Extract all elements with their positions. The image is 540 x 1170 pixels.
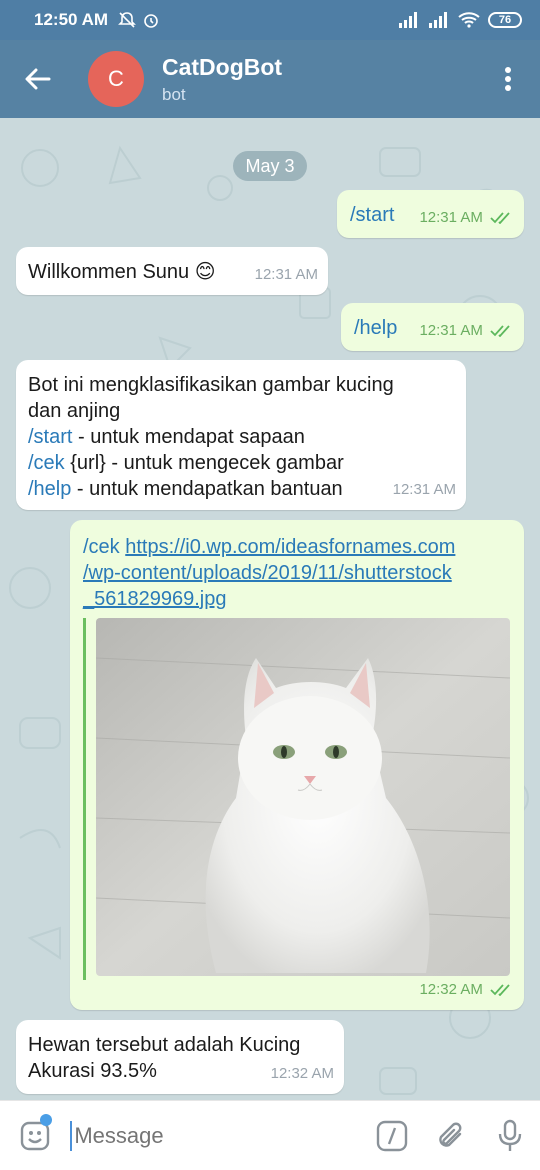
back-button[interactable] <box>0 40 76 118</box>
chat-title: CatDogBot <box>162 53 283 80</box>
more-menu-button[interactable] <box>476 40 540 118</box>
chat-header: C CatDogBot bot <box>0 40 540 118</box>
emoji-button[interactable] <box>0 1113 70 1152</box>
signal-icon <box>429 12 447 28</box>
message-time: 12:31 AM <box>254 266 318 283</box>
chat-area[interactable]: May 3 /start 12:31 AM Willkommen Sunu 😊 … <box>0 118 540 1100</box>
bot-commands-button[interactable] <box>362 1120 421 1152</box>
message-input-bar <box>0 1100 540 1170</box>
incoming-message[interactable]: Bot ini mengklasifikasikan gambar kucing… <box>16 360 466 510</box>
outgoing-message[interactable]: /start 12:31 AM <box>337 190 524 238</box>
link-preview[interactable] <box>83 618 513 980</box>
message-time: 12:32 AM <box>270 1065 334 1082</box>
outgoing-message[interactable]: /cek https://i0.wp.com/ideasfornames.com… <box>70 520 524 1010</box>
status-time: 12:50 AM <box>34 10 109 29</box>
url-link[interactable]: /wp-content/uploads/2019/11/shutterstock <box>83 560 512 586</box>
outgoing-message[interactable]: /help 12:31 AM <box>341 303 524 351</box>
battery-indicator: 76 <box>488 12 522 28</box>
message-input[interactable] <box>70 1120 363 1151</box>
notification-dot <box>40 1113 53 1126</box>
arrow-left-icon <box>25 68 51 90</box>
message-time: 12:32 AM <box>419 981 483 998</box>
url-link[interactable]: _561829969.jpg <box>83 586 512 612</box>
message-time: 12:31 AM <box>392 481 456 498</box>
double-check-icon <box>490 325 510 338</box>
command-link[interactable]: /start <box>350 204 394 226</box>
mute-icon <box>118 12 136 28</box>
message-line: Hewan tersebut adalah Kucing <box>28 1034 301 1056</box>
message-time: 12:31 AM <box>419 322 483 339</box>
message-line: {url} - untuk mengecek gambar <box>64 452 344 474</box>
signal-icon <box>399 12 417 28</box>
alarm-icon <box>144 14 158 28</box>
date-chip: May 3 <box>233 151 307 181</box>
status-bar: 12:50 AM 76 <box>0 0 540 40</box>
slash-command-icon <box>376 1120 408 1151</box>
message-line: - untuk mendapat sapaan <box>72 426 305 448</box>
command-link-start[interactable]: /start <box>28 426 72 448</box>
url-link[interactable]: https://i0.wp.com/ideasfornames.com <box>125 536 455 558</box>
message-line: - untuk mendapatkan bantuan <box>71 478 343 500</box>
microphone-icon <box>499 1119 522 1151</box>
cat-photo[interactable] <box>96 618 510 976</box>
voice-message-button[interactable] <box>481 1119 540 1153</box>
command-link[interactable]: /help <box>354 317 397 339</box>
avatar[interactable]: C <box>88 51 144 107</box>
incoming-message[interactable]: Willkommen Sunu 😊 12:31 AM <box>16 247 328 295</box>
command-link-help[interactable]: /help <box>28 478 71 500</box>
double-check-icon <box>490 212 510 225</box>
message-text: Willkommen Sunu <box>28 261 190 283</box>
message-time: 12:31 AM <box>419 209 483 226</box>
paperclip-icon <box>439 1122 462 1147</box>
emoji: 😊 <box>194 261 216 283</box>
more-vertical-icon <box>505 67 511 91</box>
message-line: dan anjing <box>28 400 121 422</box>
attach-button[interactable] <box>422 1120 481 1152</box>
command-link-cek[interactable]: /cek <box>28 452 65 474</box>
chat-subtitle: bot <box>162 84 186 104</box>
incoming-message[interactable]: Hewan tersebut adalah Kucing Akurasi 93.… <box>16 1020 344 1094</box>
command-link[interactable]: /cek <box>83 536 120 558</box>
message-line: Bot ini mengklasifikasikan gambar kucing <box>28 374 394 396</box>
chat-title-block[interactable]: CatDogBot bot <box>162 54 282 105</box>
wifi-icon <box>458 12 480 28</box>
double-check-icon <box>490 984 510 997</box>
